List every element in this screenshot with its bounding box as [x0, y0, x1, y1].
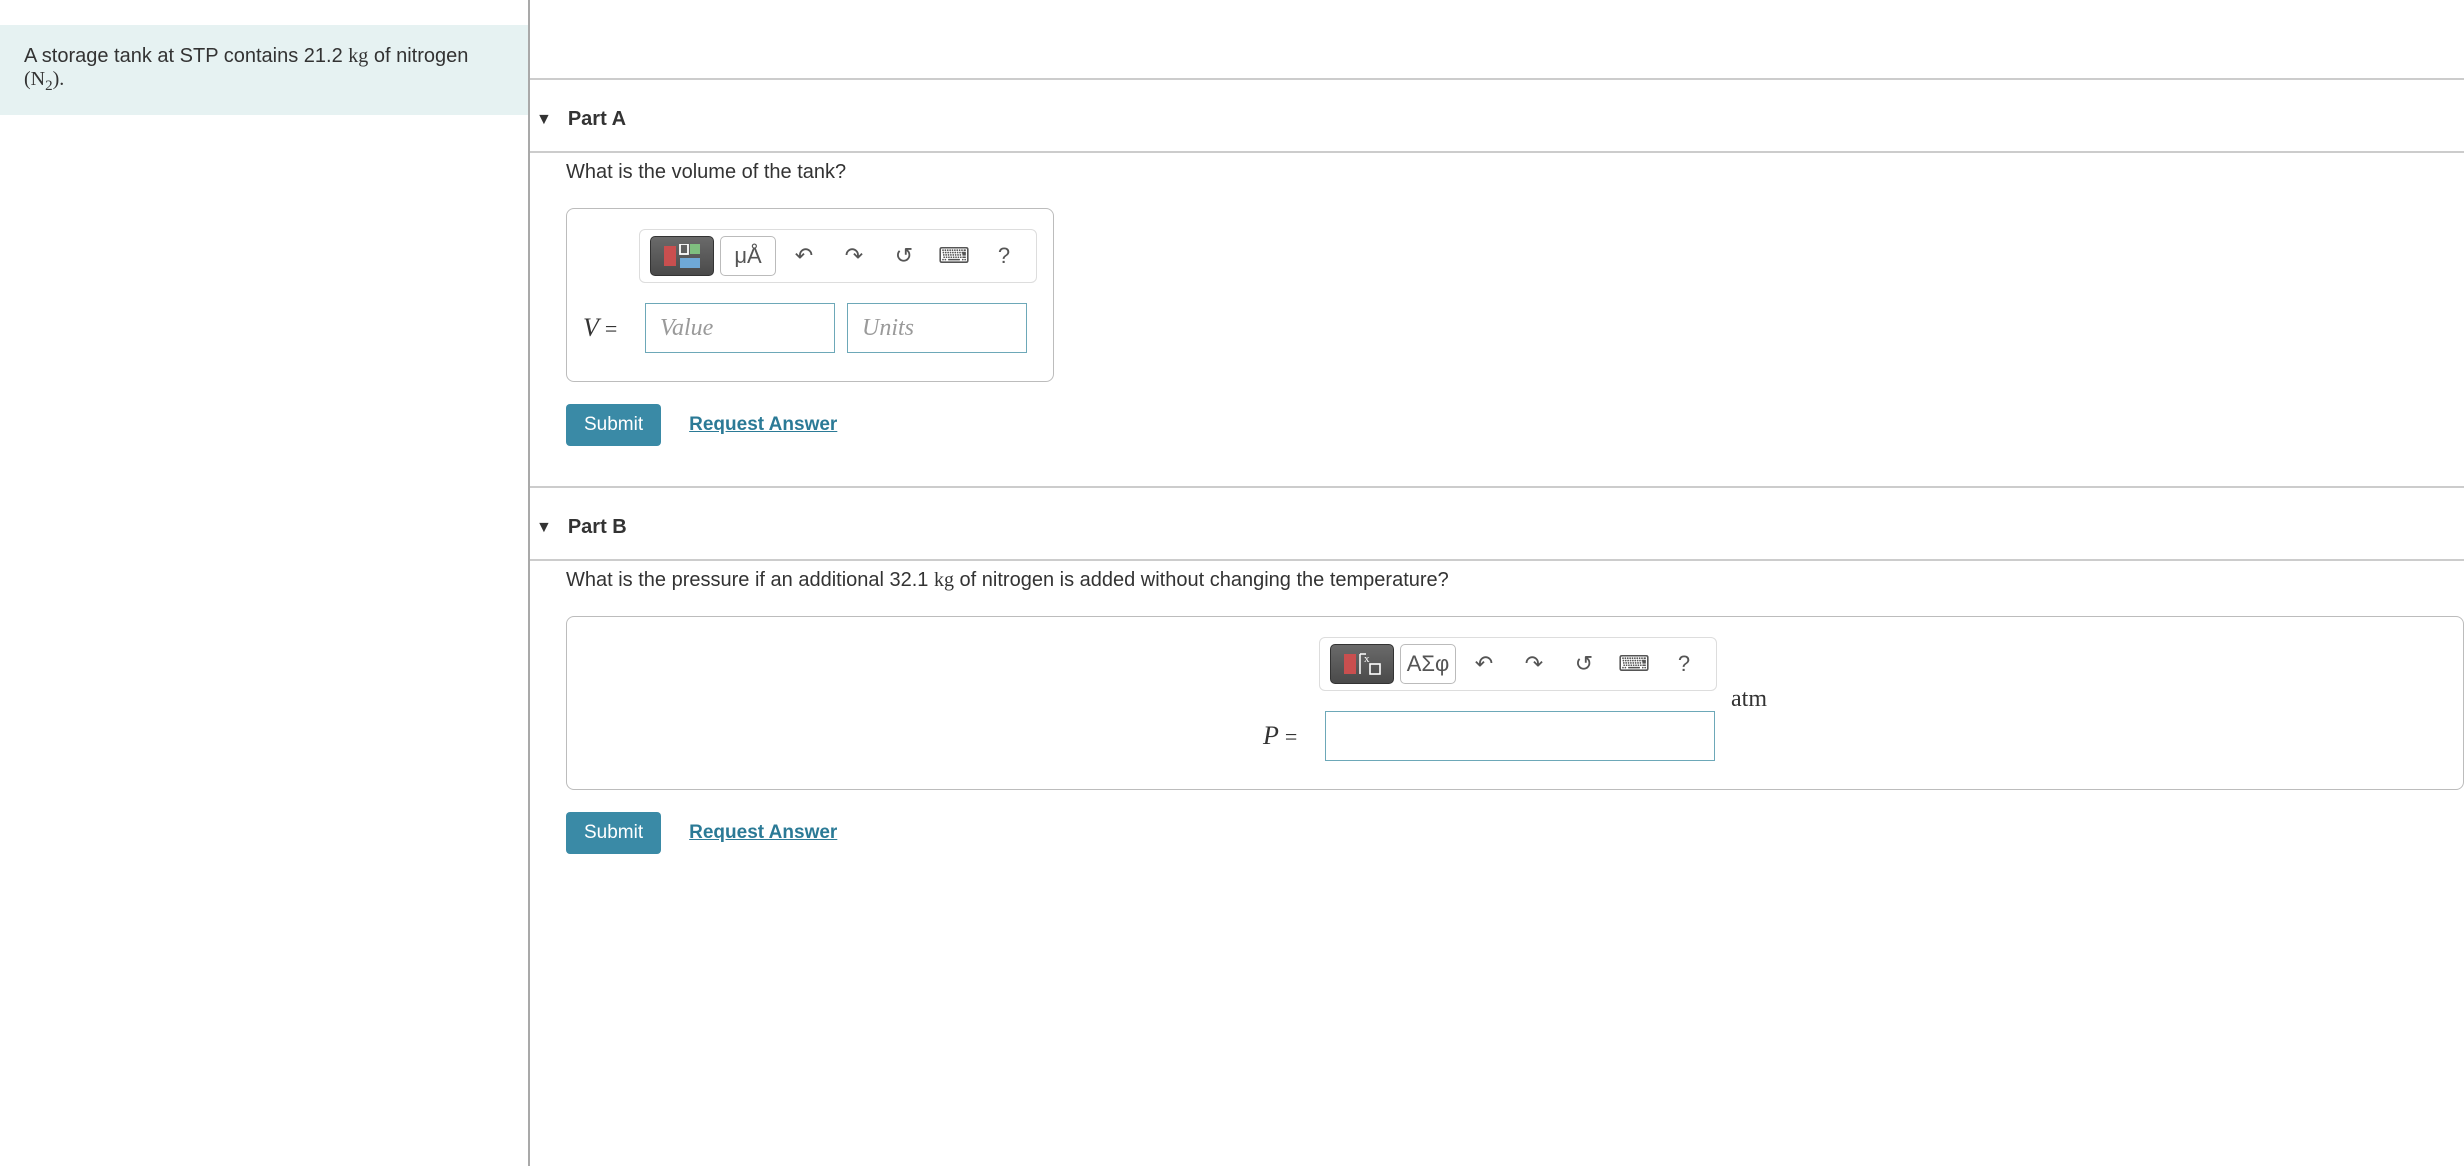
problem-text-middle: of nitrogen	[368, 45, 468, 67]
reset-icon: ↺	[1575, 651, 1593, 677]
variable-label: P =	[1263, 721, 1313, 751]
special-chars-button[interactable]: ΑΣφ	[1400, 644, 1456, 684]
separator	[530, 486, 2464, 488]
templates-icon: x	[1342, 652, 1382, 676]
units-input[interactable]	[847, 303, 1027, 353]
svg-text:x: x	[1364, 653, 1370, 665]
undo-icon: ↶	[1475, 651, 1493, 677]
part-b-answer-box: x ΑΣφ ↶ ↷ ↺ ⌨ ?	[566, 616, 2464, 790]
separator	[530, 78, 2464, 80]
keyboard-icon: ⌨	[938, 243, 970, 269]
special-chars-label: μÅ	[734, 243, 761, 269]
problem-statement: A storage tank at STP contains 21.2 kg o…	[0, 25, 528, 115]
variable-label: V =	[583, 313, 633, 343]
part-a-input-row: V =	[583, 303, 1037, 353]
problem-text-prefix: A storage tank at STP contains 21.2	[24, 45, 348, 67]
templates-button[interactable]	[650, 236, 714, 276]
reset-button[interactable]: ↺	[1562, 644, 1606, 684]
part-a-title: Part A	[568, 108, 626, 131]
value-input[interactable]	[645, 303, 835, 353]
part-a-answer-box: μÅ ↶ ↷ ↺ ⌨ ? V =	[566, 208, 1054, 382]
redo-icon: ↷	[1525, 651, 1543, 677]
part-a-actions: Submit Request Answer	[566, 404, 2464, 446]
part-a-header[interactable]: ▼ Part A	[530, 88, 2464, 151]
equation-toolbar: μÅ ↶ ↷ ↺ ⌨ ?	[639, 229, 1037, 283]
unit-tail: atm	[1731, 686, 1767, 713]
keyboard-icon: ⌨	[1618, 651, 1650, 677]
part-b-title: Part B	[568, 516, 627, 539]
value-input[interactable]	[1325, 711, 1715, 761]
templates-button[interactable]: x	[1330, 644, 1394, 684]
templates-icon	[662, 244, 702, 268]
undo-button[interactable]: ↶	[1462, 644, 1506, 684]
help-icon: ?	[1678, 651, 1690, 677]
equation-toolbar: x ΑΣφ ↶ ↷ ↺ ⌨ ?	[1319, 637, 1717, 691]
collapse-icon: ▼	[536, 111, 552, 129]
submit-button[interactable]: Submit	[566, 404, 661, 446]
redo-button[interactable]: ↷	[832, 236, 876, 276]
help-button[interactable]: ?	[982, 236, 1026, 276]
separator	[530, 559, 2464, 561]
part-b-input-row: P =	[1263, 711, 1717, 761]
part-b-question: What is the pressure if an additional 32…	[566, 569, 2464, 592]
redo-icon: ↷	[845, 243, 863, 269]
special-chars-label: ΑΣφ	[1407, 651, 1450, 677]
keyboard-button[interactable]: ⌨	[932, 236, 976, 276]
part-b-actions: Submit Request Answer	[566, 812, 2464, 854]
reset-icon: ↺	[895, 243, 913, 269]
request-answer-link[interactable]: Request Answer	[689, 822, 837, 844]
help-icon: ?	[998, 243, 1010, 269]
part-b-header[interactable]: ▼ Part B	[530, 496, 2464, 559]
request-answer-link[interactable]: Request Answer	[689, 414, 837, 436]
part-a-question: What is the volume of the tank?	[566, 161, 2464, 184]
undo-icon: ↶	[795, 243, 813, 269]
undo-button[interactable]: ↶	[782, 236, 826, 276]
separator	[530, 151, 2464, 153]
reset-button[interactable]: ↺	[882, 236, 926, 276]
problem-mass-unit: kg	[348, 45, 368, 67]
submit-button[interactable]: Submit	[566, 812, 661, 854]
answer-panel: ▼ Part A What is the volume of the tank?	[530, 0, 2464, 1166]
problem-panel: A storage tank at STP contains 21.2 kg o…	[0, 0, 530, 1166]
help-button[interactable]: ?	[1662, 644, 1706, 684]
part-b-body: What is the pressure if an additional 32…	[530, 569, 2464, 894]
collapse-icon: ▼	[536, 519, 552, 537]
part-a-body: What is the volume of the tank? μÅ ↶	[530, 161, 2464, 486]
keyboard-button[interactable]: ⌨	[1612, 644, 1656, 684]
redo-button[interactable]: ↷	[1512, 644, 1556, 684]
problem-formula: (N2).	[24, 68, 64, 90]
special-chars-button[interactable]: μÅ	[720, 236, 776, 276]
